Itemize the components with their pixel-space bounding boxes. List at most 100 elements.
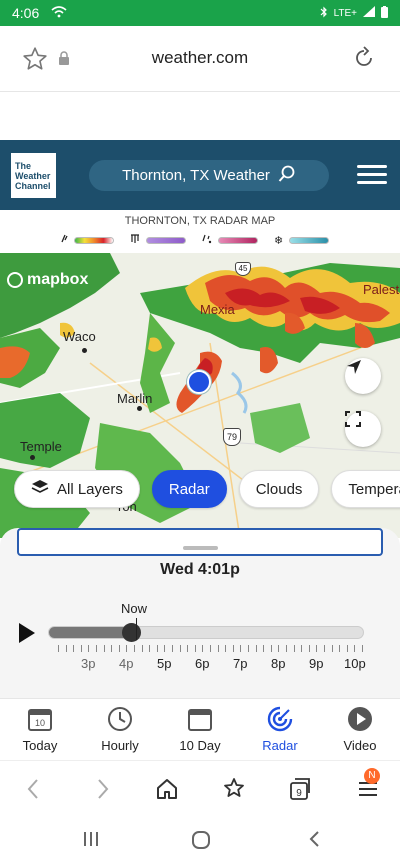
- hour-label: 10p: [344, 656, 366, 671]
- timeline-tick: [126, 645, 128, 652]
- all-layers-chip[interactable]: All Layers: [14, 470, 140, 508]
- home-icon[interactable]: [155, 777, 179, 801]
- site-header: The Weather Channel Thornton, TX Weather: [0, 140, 400, 210]
- timeline-tick: [240, 645, 242, 652]
- clouds-chip-label: Clouds: [255, 480, 303, 498]
- weather-channel-logo[interactable]: The Weather Channel: [11, 153, 56, 198]
- timeline-slider[interactable]: [48, 623, 364, 642]
- nav-hourly[interactable]: Hourly: [80, 699, 160, 760]
- calendar-date: 10: [35, 718, 45, 728]
- timeline-tick: [346, 645, 348, 652]
- timeline-tick: [96, 645, 97, 652]
- city-dot-marlin: [137, 406, 142, 411]
- timeline-tick: [58, 645, 59, 652]
- timeline-tick: [225, 645, 227, 652]
- timeline-tick: [172, 645, 173, 652]
- nav-radar[interactable]: Radar: [240, 699, 320, 760]
- play-circle-icon: [347, 706, 373, 732]
- back-icon[interactable]: [22, 777, 46, 801]
- timeline-tick: [278, 645, 280, 652]
- play-icon[interactable]: [19, 623, 35, 643]
- timeline-tick: [362, 645, 363, 652]
- menu-notification-badge: N: [364, 768, 380, 784]
- timeline-knob[interactable]: [122, 623, 142, 642]
- freezing-rain-scale: [146, 236, 186, 244]
- drag-handle[interactable]: [183, 546, 218, 550]
- timeline-tick: [134, 645, 135, 652]
- bottom-navigation: 10 Today Hourly 10 Day Radar Video: [0, 698, 400, 760]
- freezing-rain-icon: [130, 234, 140, 246]
- precipitation-legend: ❄: [60, 233, 340, 247]
- hour-label: 5p: [157, 656, 172, 671]
- rain-icon: [60, 234, 68, 246]
- nav-today-label: Today: [22, 738, 58, 753]
- locate-me-button[interactable]: [345, 358, 381, 394]
- hour-label: 3p: [81, 656, 96, 671]
- timeline-tick: [202, 645, 204, 652]
- url-text[interactable]: weather.com: [0, 48, 400, 68]
- snow-scale: [289, 236, 330, 244]
- radar-chip[interactable]: Radar: [151, 470, 227, 508]
- layers-icon: [31, 478, 49, 500]
- bluetooth-icon: [320, 6, 328, 21]
- temperature-chip[interactable]: Temperatu: [331, 470, 400, 508]
- network-type: LTE+: [333, 7, 357, 19]
- system-back-icon[interactable]: [306, 830, 324, 853]
- browser-url-bar: weather.com: [0, 26, 400, 92]
- tabs-icon[interactable]: 9: [288, 777, 312, 801]
- bookmarks-icon[interactable]: [222, 777, 246, 801]
- forward-icon[interactable]: [90, 777, 114, 801]
- timeline-tick: [286, 645, 287, 652]
- city-dot-temple: [30, 455, 35, 460]
- nav-today[interactable]: 10 Today: [0, 699, 80, 760]
- radar-map-title: THORNTON, TX RADAR MAP: [124, 215, 276, 227]
- hour-label: 4p: [119, 656, 134, 671]
- timeline-tick: [149, 645, 151, 652]
- clock-icon: [107, 706, 133, 732]
- radar-icon: [267, 706, 293, 732]
- city-label-mexia: Mexia: [200, 302, 235, 317]
- nav-10-day[interactable]: 10 Day: [160, 699, 240, 760]
- all-layers-label: All Layers: [57, 480, 123, 498]
- mix-scale: [218, 236, 258, 244]
- fullscreen-button[interactable]: [345, 411, 381, 447]
- nav-video[interactable]: Video: [320, 699, 400, 760]
- timeline-panel-header[interactable]: [17, 528, 383, 556]
- clouds-chip[interactable]: Clouds: [238, 470, 320, 508]
- hour-label: 9p: [309, 656, 324, 671]
- menu-icon[interactable]: [357, 165, 387, 185]
- location-label: Thornton, TX Weather: [122, 167, 270, 184]
- reload-icon[interactable]: [352, 46, 376, 70]
- battery-icon: [381, 5, 388, 21]
- layer-chips: All Layers Radar Clouds Temperatu: [0, 470, 400, 512]
- hour-label: 6p: [195, 656, 210, 671]
- timeline-tick: [80, 645, 82, 652]
- now-marker: [136, 618, 137, 640]
- timeline-tick: [103, 645, 105, 652]
- city-label-temple: Temple: [20, 439, 62, 454]
- hour-label: 8p: [271, 656, 286, 671]
- mapbox-attribution[interactable]: mapbox: [7, 271, 88, 289]
- city-label-palestine: Palestine: [363, 282, 400, 297]
- timeline-tick: [270, 645, 272, 652]
- recent-apps-icon[interactable]: [82, 830, 100, 853]
- mapbox-logo-icon: [7, 272, 23, 288]
- calendar-today-icon: 10: [27, 706, 53, 732]
- timeline-tick: [111, 645, 113, 652]
- timeline-tick: [210, 645, 211, 652]
- timeline-panel: Wed 4:01p Now 3p 4p 5p 6p 7p 8p 9p 10p: [0, 528, 400, 698]
- timeline-tick: [293, 645, 295, 652]
- home-button-icon[interactable]: [191, 830, 211, 855]
- nav-hourly-label: Hourly: [101, 738, 139, 753]
- timeline-tick: [187, 645, 189, 652]
- highway-shield: 79: [223, 428, 241, 446]
- hour-label: 7p: [233, 656, 248, 671]
- timeline-tick: [232, 645, 234, 652]
- rain-scale: [74, 236, 114, 244]
- mix-icon: [202, 234, 212, 246]
- location-search-button[interactable]: Thornton, TX Weather: [89, 160, 329, 191]
- logo-text: The Weather Channel: [15, 161, 51, 191]
- timeline-tick: [217, 645, 219, 652]
- current-frame-time: Wed 4:01p: [160, 561, 240, 578]
- radar-chip-label: Radar: [168, 480, 210, 498]
